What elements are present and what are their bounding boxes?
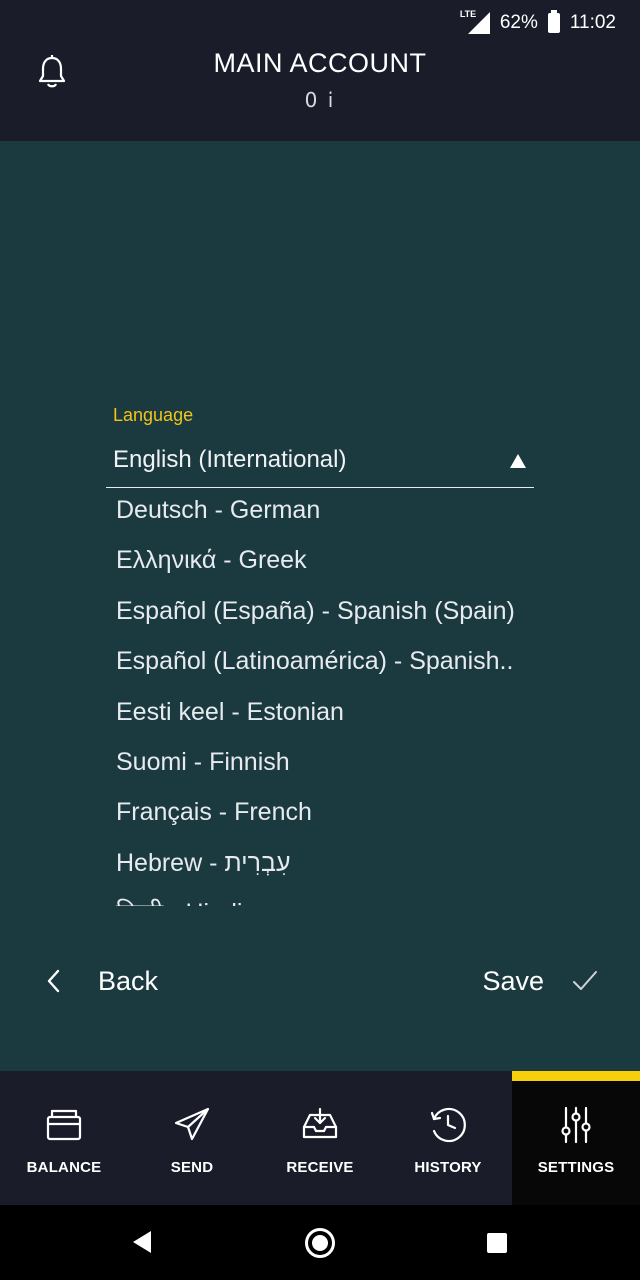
account-balance: 0 i bbox=[304, 88, 336, 112]
wallet-icon bbox=[46, 1109, 82, 1141]
chevron-left-icon bbox=[47, 969, 60, 993]
nav-settings[interactable]: SETTINGS bbox=[512, 1071, 640, 1205]
language-option[interactable]: Deutsch - German bbox=[106, 490, 536, 540]
system-nav-bar bbox=[0, 1205, 640, 1280]
nav-label: RECEIVE bbox=[286, 1159, 354, 1176]
language-option[interactable]: Eesti keel - Estonian bbox=[106, 692, 536, 742]
inbox-icon bbox=[302, 1107, 338, 1139]
nav-balance[interactable]: BALANCE bbox=[0, 1071, 128, 1205]
save-label: Save bbox=[482, 965, 544, 996]
language-selected-value: English (International) bbox=[113, 446, 347, 473]
sliders-icon bbox=[561, 1106, 591, 1144]
nav-label: SEND bbox=[170, 1159, 214, 1176]
dropdown-up-arrow-icon[interactable] bbox=[510, 454, 526, 468]
lte-signal-icon: LTE bbox=[460, 9, 490, 34]
language-options-list[interactable]: Deutsch - German Ελληνικά - Greek Españo… bbox=[106, 490, 536, 906]
language-option[interactable]: Suomi - Finnish bbox=[106, 742, 536, 792]
system-home-icon[interactable] bbox=[305, 1228, 335, 1258]
battery-icon bbox=[547, 10, 560, 33]
nav-label: HISTORY bbox=[414, 1159, 482, 1176]
system-back-icon[interactable] bbox=[133, 1231, 151, 1253]
language-option[interactable]: Français - French bbox=[106, 792, 536, 842]
status-bar: LTE 62% 11:02 bbox=[460, 9, 616, 36]
nav-label: BALANCE bbox=[26, 1159, 102, 1176]
paper-plane-icon bbox=[174, 1107, 210, 1141]
language-option[interactable]: Español (Latinoamérica) - Spanish.. bbox=[106, 641, 536, 691]
nav-receive[interactable]: RECEIVE bbox=[256, 1071, 384, 1205]
history-clock-icon bbox=[430, 1107, 466, 1143]
back-button[interactable]: Back bbox=[40, 958, 158, 1004]
language-option[interactable]: हिन्दी - Hindi bbox=[106, 893, 536, 906]
account-title[interactable]: MAIN ACCOUNT bbox=[0, 48, 640, 79]
nav-history[interactable]: HISTORY bbox=[384, 1071, 512, 1205]
bottom-nav: BALANCE SEND RECEIVE HISTORY SETTINGS bbox=[0, 1071, 640, 1205]
language-option[interactable]: Ελληνικά - Greek bbox=[106, 540, 536, 590]
back-label: Back bbox=[98, 965, 159, 996]
save-button[interactable]: Save bbox=[482, 958, 600, 1004]
checkmark-icon bbox=[573, 971, 597, 990]
nav-label: SETTINGS bbox=[537, 1159, 615, 1176]
battery-percent: 62% bbox=[499, 12, 538, 33]
top-bar: LTE 62% 11:02 MAIN ACCOUNT 0 i bbox=[0, 0, 640, 141]
system-recents-icon[interactable] bbox=[487, 1233, 507, 1253]
language-label: Language bbox=[113, 405, 194, 425]
language-select[interactable]: English (International) bbox=[106, 444, 534, 488]
nav-send[interactable]: SEND bbox=[128, 1071, 256, 1205]
language-option[interactable]: Español (España) - Spanish (Spain) bbox=[106, 591, 536, 641]
language-option[interactable]: Hebrew - עִבְרִית bbox=[106, 843, 536, 893]
clock: 11:02 bbox=[569, 12, 616, 33]
